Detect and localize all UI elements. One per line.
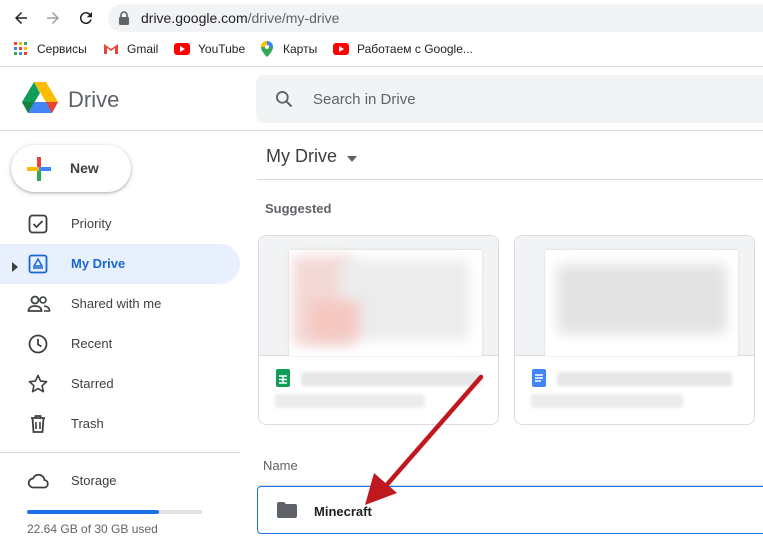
- address-bar[interactable]: drive.google.com/drive/my-drive: [108, 4, 763, 32]
- sidebar-item-label: My Drive: [71, 256, 126, 271]
- sidebar-item-my-drive[interactable]: My Drive: [0, 244, 240, 284]
- bookmark-working-with-google[interactable]: Работаем с Google...: [333, 41, 473, 57]
- drive-logo-icon[interactable]: [22, 82, 58, 119]
- trash-icon: [27, 413, 49, 435]
- page-title: My Drive: [266, 146, 337, 166]
- plus-icon: [25, 155, 53, 188]
- suggested-heading: Suggested: [265, 201, 332, 216]
- file-thumbnail: [515, 236, 754, 356]
- sidebar-item-label: Shared with me: [71, 296, 162, 311]
- new-button[interactable]: New: [11, 145, 131, 192]
- main-divider: [257, 179, 763, 180]
- star-icon: [27, 373, 49, 395]
- new-button-label: New: [70, 160, 99, 176]
- file-thumbnail: [259, 236, 498, 356]
- bookmark-youtube[interactable]: YouTube: [174, 41, 245, 57]
- suggested-card[interactable]: [258, 235, 499, 425]
- storage-progress-bar: [27, 510, 202, 514]
- priority-check-icon: [27, 213, 49, 235]
- blurred-file-subtitle: [531, 394, 683, 408]
- search-bar[interactable]: Search in Drive: [256, 75, 763, 123]
- suggested-card[interactable]: [514, 235, 755, 425]
- blurred-file-subtitle: [275, 394, 425, 408]
- sidebar-item-storage[interactable]: Storage: [0, 461, 240, 501]
- sidebar-divider: [0, 452, 240, 453]
- blurred-file-name: [301, 372, 481, 386]
- url-text: drive.google.com/drive/my-drive: [141, 10, 339, 26]
- url-host: drive.google.com: [141, 10, 248, 26]
- thumbnail-page: [545, 250, 738, 356]
- docs-icon: [532, 369, 546, 392]
- storage-progress-fill: [27, 510, 160, 514]
- file-name: Minecraft: [314, 504, 372, 519]
- storage-usage-text: 22.64 GB of 30 GB used: [27, 522, 158, 536]
- youtube-icon: [174, 41, 190, 57]
- header-divider: [0, 130, 763, 131]
- bookmark-maps[interactable]: Карты: [259, 41, 317, 57]
- sheets-icon: [276, 369, 290, 392]
- expand-caret-icon[interactable]: [12, 259, 18, 277]
- browser-chrome: drive.google.com/drive/my-drive Сервисы …: [0, 0, 763, 66]
- clock-icon: [27, 333, 49, 355]
- blurred-file-name: [557, 372, 732, 386]
- sidebar-item-priority[interactable]: Priority: [0, 204, 240, 244]
- gmail-icon: [103, 41, 119, 57]
- sidebar-item-label: Recent: [71, 336, 113, 351]
- bookmark-label: Карты: [283, 42, 318, 56]
- bookmark-label: Работаем с Google...: [357, 42, 473, 56]
- sidebar-item-label: Priority: [71, 216, 112, 231]
- lock-icon: [118, 11, 130, 30]
- bookmark-services[interactable]: Сервисы: [13, 41, 87, 57]
- url-path: /drive/my-drive: [247, 10, 340, 26]
- file-row-minecraft[interactable]: Minecraft: [257, 486, 763, 534]
- maps-pin-icon: [259, 41, 275, 57]
- bookmark-gmail[interactable]: Gmail: [103, 41, 158, 57]
- bookmark-label: YouTube: [198, 42, 246, 56]
- my-drive-icon: [27, 253, 49, 275]
- search-input[interactable]: Search in Drive: [313, 91, 416, 108]
- youtube-icon: [333, 41, 349, 57]
- page-title-dropdown[interactable]: My Drive: [266, 146, 357, 167]
- forward-arrow-icon[interactable]: [41, 6, 65, 30]
- app-title: Drive: [68, 87, 120, 112]
- sidebar-item-label: Trash: [71, 416, 104, 431]
- dropdown-caret-icon: [347, 146, 357, 167]
- bookmark-label: Сервисы: [37, 42, 87, 56]
- bookmark-label: Gmail: [127, 42, 159, 56]
- reload-icon[interactable]: [74, 6, 98, 30]
- search-icon[interactable]: [274, 89, 294, 114]
- sidebar-item-label: Starred: [71, 376, 114, 391]
- thumbnail-page: [289, 250, 482, 356]
- sidebar-item-trash[interactable]: Trash: [0, 404, 240, 444]
- sidebar-item-recent[interactable]: Recent: [0, 324, 240, 364]
- sidebar-item-shared-with-me[interactable]: Shared with me: [0, 284, 240, 324]
- chrome-divider: [0, 66, 763, 67]
- sidebar-item-starred[interactable]: Starred: [0, 364, 240, 404]
- shared-people-icon: [27, 293, 51, 315]
- bookmarks-bar: Сервисы Gmail YouTube Карты Работаем с G…: [0, 38, 763, 60]
- folder-icon: [277, 502, 297, 523]
- column-header-name[interactable]: Name: [263, 458, 298, 473]
- back-arrow-icon[interactable]: [9, 6, 33, 30]
- blurred-content: [309, 300, 359, 340]
- cloud-icon: [27, 470, 49, 492]
- storage-label: Storage: [71, 473, 117, 488]
- apps-grid-icon: [13, 41, 29, 57]
- blurred-content: [557, 264, 727, 334]
